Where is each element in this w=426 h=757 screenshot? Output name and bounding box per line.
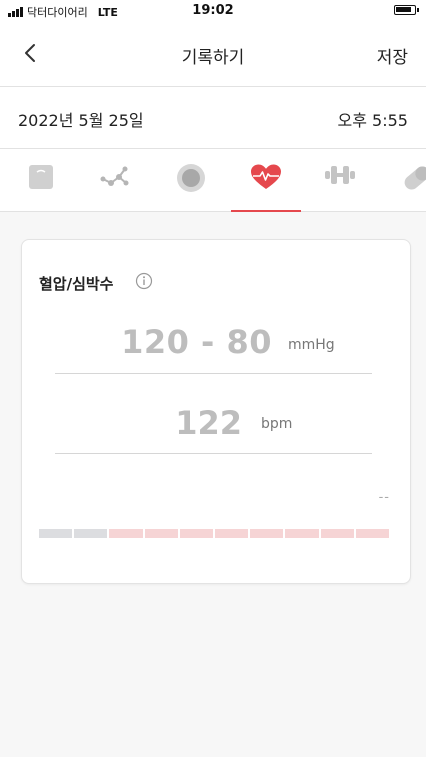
scale-segment bbox=[320, 529, 354, 538]
scale-segment bbox=[179, 529, 214, 538]
info-icon[interactable] bbox=[135, 272, 153, 290]
scale-segment bbox=[109, 529, 143, 538]
status-bar: 닥터다이어리 LTE 19:02 bbox=[0, 0, 426, 22]
scale-segment bbox=[215, 529, 249, 538]
scale-segment bbox=[250, 529, 284, 538]
target-icon bbox=[177, 164, 205, 192]
pill-icon bbox=[404, 166, 426, 190]
scale-segment bbox=[285, 529, 319, 538]
blood-pressure-card: 혈압/심박수 120 - 80 mmHg 122 bpm -- bbox=[21, 239, 411, 584]
dumbbell-icon bbox=[325, 166, 355, 184]
scale-segment bbox=[355, 529, 390, 538]
scale-segment bbox=[74, 529, 108, 538]
heart-rate-unit: bpm bbox=[261, 416, 293, 432]
battery-icon bbox=[394, 5, 419, 15]
status-placeholder: -- bbox=[378, 490, 390, 505]
scale-segment bbox=[144, 529, 178, 538]
tab-circle[interactable] bbox=[156, 149, 226, 211]
hr-divider bbox=[55, 453, 372, 454]
tab-heart[interactable] bbox=[231, 149, 301, 212]
datetime-bar: 2022년 5월 25일 오후 5:55 bbox=[0, 87, 426, 149]
molecule-icon bbox=[100, 166, 129, 186]
heart-pulse-icon bbox=[251, 164, 281, 189]
tab-exercise[interactable] bbox=[305, 149, 375, 211]
blood-pressure-value[interactable]: 120 - 80 bbox=[22, 323, 272, 361]
category-tabs bbox=[0, 149, 426, 212]
blood-pressure-scale bbox=[39, 529, 390, 538]
nav-header: 기록하기 저장 bbox=[0, 22, 426, 87]
bp-divider bbox=[55, 373, 372, 374]
scale-icon bbox=[29, 165, 53, 189]
tab-weight[interactable] bbox=[6, 149, 76, 211]
time-selector[interactable]: 오후 5:55 bbox=[338, 107, 408, 131]
tab-molecule[interactable] bbox=[80, 149, 150, 211]
blood-pressure-unit: mmHg bbox=[288, 337, 335, 353]
scale-segment bbox=[39, 529, 73, 538]
tab-medicine[interactable] bbox=[382, 149, 426, 211]
status-time: 19:02 bbox=[192, 3, 234, 18]
card-title: 혈압/심박수 bbox=[39, 275, 114, 293]
heart-rate-value[interactable]: 122 bbox=[22, 404, 242, 442]
date-selector[interactable]: 2022년 5월 25일 bbox=[18, 107, 144, 131]
page-title: 기록하기 bbox=[181, 48, 245, 68]
save-button[interactable]: 저장 bbox=[377, 43, 408, 68]
